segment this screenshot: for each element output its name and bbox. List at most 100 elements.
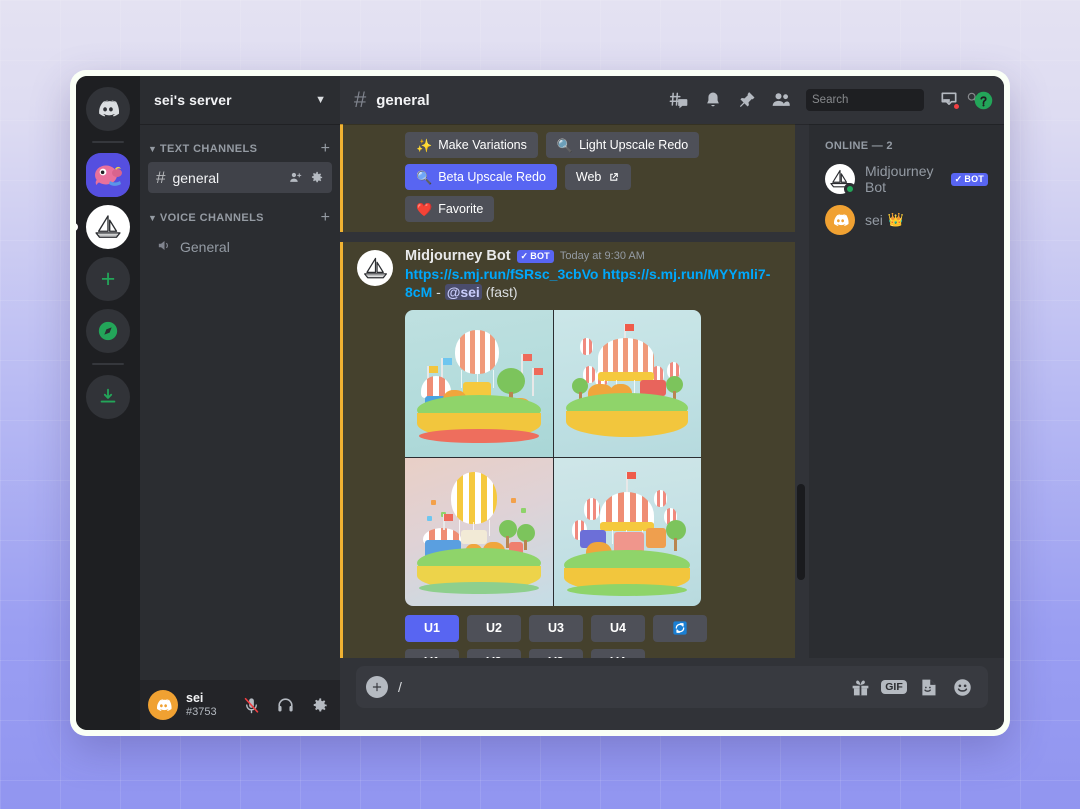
gear-icon[interactable] <box>309 170 324 185</box>
gift-button[interactable] <box>848 675 872 699</box>
avatar[interactable] <box>148 690 178 720</box>
deafen-button[interactable] <box>272 692 298 718</box>
home-button[interactable] <box>86 87 130 131</box>
compass-icon <box>98 321 118 341</box>
member-name-row: sei 👑 <box>865 212 904 228</box>
attach-button[interactable] <box>366 676 388 698</box>
message-author[interactable]: Midjourney Bot <box>405 248 511 264</box>
upscale-variation-controls: U1 U2 U3 U4 <box>405 614 785 658</box>
category-text-channels[interactable]: ▼ TEXT CHANNELS + <box>140 138 340 160</box>
messages-scrollbar[interactable] <box>797 484 805 580</box>
upscale-option-3[interactable] <box>405 458 553 606</box>
plus-icon <box>372 682 382 692</box>
button-row: ✨ Make Variations 🔍 Light Upscale Redo <box>357 132 785 158</box>
mj-link-1[interactable]: https://s.mj.run/fSRsc_3cbVo <box>405 266 598 282</box>
sticker-button[interactable] <box>916 675 940 699</box>
pin-icon <box>739 92 755 107</box>
image-grid[interactable] <box>405 309 701 606</box>
rail-divider <box>92 141 124 143</box>
chat-header: # general <box>340 76 1004 124</box>
list-item[interactable]: Midjourney Bot ✓ BOT <box>817 159 996 199</box>
chevron-down-icon: ▼ <box>148 144 157 154</box>
variation-button-row: V1 V2 V3 V4 <box>405 648 785 658</box>
user-info: sei #3753 <box>186 691 230 718</box>
badge-check-icon: ✓ <box>520 250 529 261</box>
reroll-button[interactable] <box>653 614 707 642</box>
microphone-muted-icon <box>244 697 258 713</box>
v3-button[interactable]: V3 <box>529 648 583 658</box>
chevron-down-icon: ▼ <box>315 94 326 106</box>
generated-image-attachment <box>405 309 785 606</box>
messages-scroll-container[interactable]: ✨ Make Variations 🔍 Light Upscale Redo 🔍 <box>340 124 809 658</box>
make-variations-button[interactable]: ✨ Make Variations <box>405 132 538 158</box>
beta-upscale-redo-button[interactable]: 🔍 Beta Upscale Redo <box>405 164 557 190</box>
message-input[interactable]: / <box>398 679 838 695</box>
heart-icon: ❤️ <box>416 201 433 217</box>
server-avatar-icon <box>86 153 130 197</box>
unread-indicator <box>953 103 960 110</box>
button-label: Beta Upscale Redo <box>438 170 546 184</box>
button-row: 🔍 Beta Upscale Redo Web <box>357 164 785 190</box>
message-header: Midjourney Bot ✓ BOT Today at 9:30 AM <box>405 248 785 264</box>
favorite-button[interactable]: ❤️ Favorite <box>405 196 495 222</box>
add-server-button[interactable]: + <box>86 257 130 301</box>
headphones-icon <box>277 697 293 711</box>
search-box[interactable] <box>806 89 978 111</box>
u4-button[interactable]: U4 <box>591 614 645 642</box>
member-list-button[interactable] <box>768 87 794 113</box>
settings-button[interactable] <box>306 692 332 718</box>
message-separator-dash: - <box>436 284 441 301</box>
v4-button[interactable]: V4 <box>591 648 645 658</box>
message-suffix: (fast) <box>485 284 518 301</box>
inbox-button[interactable] <box>936 87 962 113</box>
v2-button[interactable]: V2 <box>467 648 521 658</box>
u3-button[interactable]: U3 <box>529 614 583 642</box>
magnifier-icon: 🔍 <box>556 137 574 153</box>
button-label: Web <box>575 170 602 184</box>
category-label: VOICE CHANNELS <box>159 212 264 224</box>
status-badge: ✓ BOT <box>516 249 554 263</box>
add-channel-button[interactable]: + <box>321 141 330 157</box>
explore-button[interactable] <box>86 309 130 353</box>
category-voice-channels[interactable]: ▼ VOICE CHANNELS + <box>140 207 340 229</box>
u1-button[interactable]: U1 <box>405 614 459 642</box>
web-button[interactable]: Web <box>564 164 632 190</box>
help-button[interactable] <box>970 87 996 113</box>
notifications-button[interactable] <box>700 87 726 113</box>
help-circle-icon <box>974 91 992 109</box>
message-body: https://s.mj.run/fSRsc_3cbVo https://s.m… <box>405 265 785 302</box>
magnifier-icon: 🔍 <box>416 169 433 185</box>
channel-name: general <box>172 169 220 186</box>
badge-label: BOT <box>964 174 984 184</box>
avatar[interactable] <box>357 250 393 286</box>
upscale-option-2[interactable] <box>553 309 701 458</box>
message-composer[interactable]: / GIF <box>356 666 988 708</box>
mute-button[interactable] <box>238 692 264 718</box>
download-icon <box>100 388 116 403</box>
sidebar-item-general[interactable]: # general <box>148 162 332 193</box>
upscale-button-row: U1 U2 U3 U4 <box>405 614 785 642</box>
v1-button[interactable]: V1 <box>405 648 459 658</box>
server-header[interactable]: sei's server ▼ <box>140 76 340 124</box>
user-mention[interactable]: @sei <box>444 284 482 301</box>
pinned-messages-button[interactable] <box>734 87 760 113</box>
server-sei[interactable] <box>86 153 130 197</box>
user-panel: sei #3753 <box>140 680 340 730</box>
upscale-option-4[interactable] <box>553 458 701 606</box>
add-voice-channel-button[interactable]: + <box>321 210 330 226</box>
list-item[interactable]: sei 👑 <box>817 200 996 240</box>
add-member-icon[interactable] <box>288 170 303 185</box>
sidebar-item-voice-general[interactable]: General <box>148 231 332 262</box>
u2-button[interactable]: U2 <box>467 614 521 642</box>
light-upscale-redo-button[interactable]: 🔍 Light Upscale Redo <box>545 132 700 158</box>
server-midjourney[interactable] <box>76 205 130 249</box>
gift-icon <box>852 680 868 695</box>
threads-button[interactable] <box>666 87 692 113</box>
crown-icon: 👑 <box>887 212 905 227</box>
download-button[interactable] <box>86 375 130 419</box>
upscale-option-1[interactable] <box>405 309 553 458</box>
server-rail: + <box>76 76 140 730</box>
emoji-button[interactable] <box>950 675 974 699</box>
chat-area: # general Search ✨ Make Variations 🔍 Lig… <box>340 76 1004 730</box>
gif-button[interactable]: GIF <box>881 675 907 699</box>
